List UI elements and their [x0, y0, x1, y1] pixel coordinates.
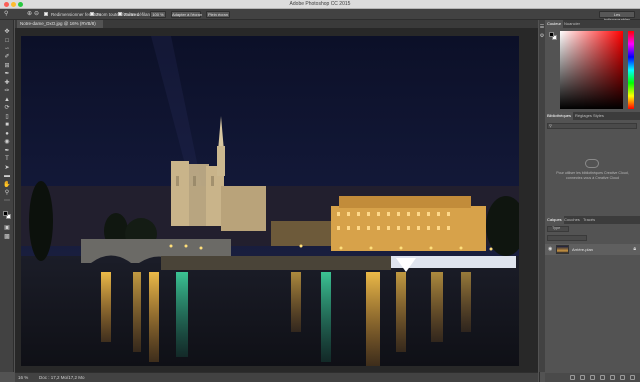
scrubby-zoom-checkbox[interactable]: [118, 12, 122, 16]
title-bar: Adobe Photoshop CC 2015: [0, 0, 640, 9]
libraries-panel: Bibliothèques Réglages Styles ⚲ Pour uti…: [545, 112, 640, 214]
move-tool-icon[interactable]: ✥: [3, 29, 11, 36]
libraries-signin-message: Pour utiliser les bibliothèques Creative…: [556, 171, 629, 180]
rectangle-tool-icon[interactable]: ▬: [3, 173, 11, 180]
gradient-tool-icon[interactable]: ■: [3, 122, 11, 129]
new-group-icon[interactable]: [610, 375, 615, 380]
zoom-100-button[interactable]: 100 %: [150, 11, 166, 18]
marquee-tool-icon[interactable]: □: [3, 38, 11, 45]
color-field[interactable]: [560, 31, 623, 109]
tab-styles[interactable]: Styles: [591, 112, 606, 120]
more-tools-icon[interactable]: ⋯: [3, 198, 11, 205]
blur-tool-icon[interactable]: ●: [3, 131, 11, 138]
new-layer-icon[interactable]: [620, 375, 625, 380]
hand-tool-icon[interactable]: ✋: [3, 182, 11, 189]
layer-mask-icon[interactable]: [590, 375, 595, 380]
scrubby-zoom-label: Zoom défilant: [124, 12, 152, 17]
tab-paths[interactable]: Tracés: [581, 216, 597, 224]
delete-layer-icon[interactable]: [630, 375, 635, 380]
hue-slider[interactable]: [628, 31, 634, 109]
zoom-level-field[interactable]: 16 %: [18, 375, 28, 380]
document-size-info[interactable]: Doc : 17,2 Mo/17,2 Mo: [39, 375, 85, 380]
foreground-color-swatch[interactable]: [3, 211, 8, 216]
creative-cloud-icon: [585, 159, 599, 168]
link-layers-icon[interactable]: [570, 375, 575, 380]
zoom-in-icon[interactable]: ⊕: [27, 11, 32, 18]
tools-panel: ✥ □ ∽ ✐ ⊞ ✒ ✚ ✑ ▲ ⟳ ▯ ■ ● ◉ ✒ T ➤ ▬ ✋ ⚲ …: [0, 20, 14, 372]
quick-selection-tool-icon[interactable]: ✐: [3, 54, 11, 61]
eyedropper-tool-icon[interactable]: ✒: [3, 71, 11, 78]
document-tab-bar: Notre-dame_DxO.jpg @ 16% (RVB/8): [15, 20, 538, 28]
layer-name[interactable]: Arrière-plan: [572, 247, 593, 252]
tab-layers[interactable]: Calques: [545, 216, 564, 224]
document-tab[interactable]: Notre-dame_DxO.jpg @ 16% (RVB/8): [17, 20, 103, 28]
crop-tool-icon[interactable]: ⊞: [3, 63, 11, 70]
layer-filter-label: Type: [552, 226, 561, 230]
notre-dame-night-photo[interactable]: [21, 36, 519, 366]
pen-tool-icon[interactable]: ✒: [3, 148, 11, 155]
zoom-all-windows-checkbox[interactable]: [90, 12, 94, 16]
visibility-eye-icon[interactable]: ◉: [548, 246, 552, 252]
adjustment-layer-icon[interactable]: [600, 375, 605, 380]
layers-panel: Calques Couches Tracés Type ◉ Arrière-pl…: [545, 216, 640, 382]
libraries-search-bar[interactable]: [547, 123, 637, 129]
options-bar: ⚲ ⊕ ⊖ Redimensionner fenêtres Zoom toute…: [0, 9, 640, 22]
layer-row[interactable]: ◉ Arrière-plan 🔒︎: [545, 244, 640, 255]
libraries-panel-tabs: Bibliothèques Réglages Styles: [545, 112, 640, 120]
healing-brush-tool-icon[interactable]: ✚: [3, 80, 11, 87]
path-selection-tool-icon[interactable]: ➤: [3, 165, 11, 172]
lock-icon: 🔒︎: [633, 246, 636, 252]
quick-mask-icon[interactable]: ▣: [3, 225, 11, 232]
zoom-tool-icon[interactable]: ⚲: [4, 11, 8, 18]
color-panel: Couleur Nuancier: [545, 20, 640, 110]
panel-foreground-swatch[interactable]: [549, 32, 554, 37]
zoom-tool-icon[interactable]: ⚲: [3, 190, 11, 197]
window-title: Adobe Photoshop CC 2015: [289, 1, 351, 7]
layer-thumbnail: [556, 245, 569, 254]
workspace-switcher[interactable]: Les indispensables: [599, 11, 635, 22]
type-tool-icon[interactable]: T: [3, 156, 11, 163]
brush-tool-icon[interactable]: ✑: [3, 88, 11, 95]
fill-screen-button[interactable]: Plein écran: [206, 11, 230, 18]
fit-screen-button[interactable]: Adapter à l'écran: [171, 11, 202, 18]
zoom-out-icon[interactable]: ⊖: [34, 11, 39, 18]
layers-action-bar: [545, 373, 640, 382]
clone-stamp-tool-icon[interactable]: ▲: [3, 97, 11, 104]
tab-swatches[interactable]: Nuancier: [562, 20, 582, 28]
eraser-tool-icon[interactable]: ▯: [3, 114, 11, 121]
lasso-tool-icon[interactable]: ∽: [3, 46, 11, 53]
tab-libraries[interactable]: Bibliothèques: [545, 112, 574, 120]
blend-mode-dropdown[interactable]: [547, 235, 587, 241]
dodge-tool-icon[interactable]: ◉: [3, 139, 11, 146]
resize-windows-checkbox[interactable]: [44, 12, 48, 16]
tab-channels[interactable]: Couches: [562, 216, 582, 224]
history-brush-tool-icon[interactable]: ⟳: [3, 105, 11, 112]
color-panel-tabs: Couleur Nuancier: [545, 20, 640, 28]
screen-mode-icon[interactable]: ▩: [3, 234, 11, 241]
status-bar: 16 % Doc : 17,2 Mo/17,2 Mo: [15, 372, 538, 382]
search-icon: ⚲: [549, 123, 552, 128]
layer-style-icon[interactable]: [580, 375, 585, 380]
layers-panel-tabs: Calques Couches Tracés: [545, 216, 640, 224]
tab-color[interactable]: Couleur: [545, 20, 564, 28]
